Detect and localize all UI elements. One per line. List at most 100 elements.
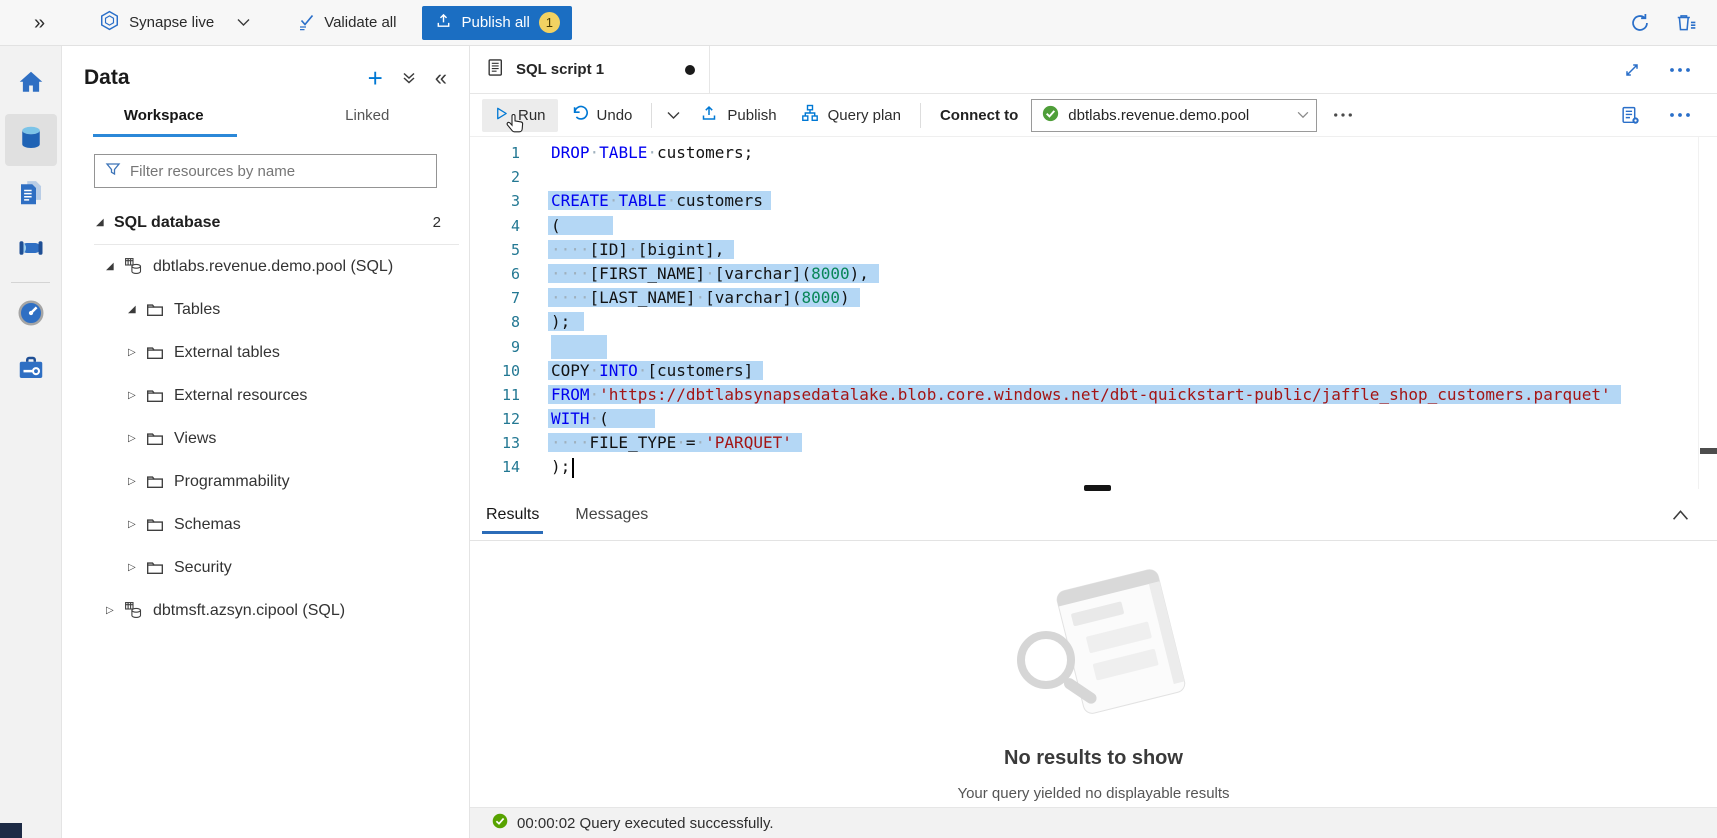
unsaved-changes-dot [685, 65, 695, 75]
text-caret [572, 458, 574, 478]
sql-pool-icon [124, 257, 143, 276]
validate-icon [296, 11, 316, 35]
tab-results[interactable]: Results [482, 489, 543, 540]
more-icon[interactable] [1669, 112, 1691, 118]
code-line[interactable]: 4( [470, 214, 1717, 238]
run-button[interactable]: Run [482, 99, 558, 132]
sidebar-item-home[interactable] [5, 59, 57, 111]
code-line[interactable]: 8); [470, 310, 1717, 334]
tree-item-dbtlabs-revenue-demo-pool-sql[interactable]: ◢dbtlabs.revenue.demo.pool (SQL) [62, 245, 469, 288]
mode-switcher[interactable]: Synapse live [99, 10, 250, 35]
twistie-expanded-icon: ◢ [96, 217, 114, 228]
code-line[interactable]: 12WITH·( [470, 407, 1717, 431]
tree-item-label: External resources [174, 387, 307, 405]
play-icon [494, 106, 509, 125]
publish-button[interactable]: Publish [688, 97, 788, 133]
panel-splitter-handle[interactable] [1084, 485, 1111, 491]
collapse-results-icon[interactable] [1672, 509, 1717, 521]
code-line[interactable]: 14); [470, 455, 1717, 479]
filter-input[interactable] [130, 163, 426, 180]
more-icon[interactable] [1669, 67, 1691, 73]
tab-linked[interactable]: Linked [266, 96, 470, 137]
undo-button[interactable]: Undo [558, 97, 645, 133]
filter-box [94, 154, 437, 188]
connect-to-label: Connect to [940, 107, 1018, 124]
tree-item-label: dbtmsft.azsyn.cipool (SQL) [153, 602, 345, 620]
tree-item-views[interactable]: ▷Views [62, 417, 469, 460]
properties-icon[interactable] [1620, 105, 1641, 126]
line-number: 2 [470, 165, 520, 189]
sidebar-item-data[interactable] [5, 114, 57, 166]
line-content: ); [551, 310, 584, 334]
validate-all-button[interactable]: Validate all [296, 11, 396, 35]
code-line[interactable]: 1 DROP·TABLE·customers; [470, 141, 1717, 165]
code-editor[interactable]: 1 DROP·TABLE·customers; 23 CREATE·TABLE·cus… [470, 137, 1717, 489]
code-line[interactable]: 9 [470, 335, 1717, 359]
sql-pool-icon [124, 601, 143, 620]
line-number: 3 [470, 189, 520, 213]
publish-all-button[interactable]: Publish all 1 [422, 6, 571, 40]
no-results-illustration [984, 557, 1204, 733]
empty-state-title: No results to show [1004, 747, 1183, 770]
tree-item-programmability[interactable]: ▷ Programmability [62, 460, 469, 503]
line-number: 14 [470, 455, 520, 479]
sidebar-item-develop[interactable] [5, 169, 57, 221]
sidebar-item-monitor[interactable] [5, 289, 57, 341]
collapse-panel-icon[interactable]: « [435, 69, 447, 87]
code-line[interactable]: 3 CREATE·TABLE·customers [470, 189, 1717, 213]
tab-sql-script-1[interactable]: SQL script 1 [470, 46, 710, 93]
scrollbar-thumb[interactable] [1700, 448, 1717, 454]
line-content [551, 335, 607, 359]
folder-icon [146, 301, 164, 319]
tab-messages[interactable]: Messages [571, 489, 652, 540]
mode-label: Synapse live [129, 14, 214, 31]
pool-select[interactable]: dbtlabs.revenue.demo.pool [1031, 99, 1317, 132]
query-plan-button[interactable]: Query plan [789, 97, 913, 133]
line-number: 1 [470, 141, 520, 165]
add-icon[interactable]: + [368, 68, 383, 88]
line-content: CREATE·TABLE·customers [551, 189, 771, 213]
code-line[interactable]: 10COPY·INTO·[customers] [470, 359, 1717, 383]
code-line[interactable]: 7····[LAST_NAME]·[varchar](8000) [470, 286, 1717, 310]
refresh-icon[interactable] [1629, 12, 1651, 34]
tree-item-label: Programmability [174, 473, 290, 491]
more-icon[interactable] [1333, 112, 1353, 118]
tree-item-label: dbtlabs.revenue.demo.pool (SQL) [153, 258, 393, 276]
line-number: 12 [470, 407, 520, 431]
expand-nav-icon[interactable]: » [34, 13, 45, 33]
undo-icon [570, 104, 588, 126]
tree-item-security[interactable]: ▷Security [62, 546, 469, 589]
database-icon [16, 123, 46, 157]
tree-item-external-tables[interactable]: ▷External tables [62, 331, 469, 374]
twistie-collapsed-icon: ▷ [128, 476, 146, 487]
tree-item-label: Security [174, 559, 232, 577]
tree-item-sql-database[interactable]: ◢SQL database2 [62, 201, 469, 244]
screen-corner-artifact [0, 823, 22, 838]
line-content: COPY·INTO·[customers] [551, 359, 763, 383]
tree-item-label: Views [174, 430, 216, 448]
sidebar-item-integrate[interactable] [5, 224, 57, 276]
discard-all-icon[interactable] [1675, 12, 1697, 34]
line-content: DROP·TABLE·customers; [551, 141, 753, 165]
code-line[interactable]: 11FROM·'https://dbtlabsynapsedatalake.bl… [470, 383, 1717, 407]
status-bar: 00:00:02 Query executed successfully. [470, 807, 1717, 838]
filter-funnel-icon [105, 161, 121, 181]
run-options-dropdown[interactable] [659, 100, 688, 131]
tree-item-schemas[interactable]: ▷Schemas [62, 503, 469, 546]
twistie-collapsed-icon: ▷ [128, 347, 146, 358]
twistie-collapsed-icon: ▷ [106, 605, 124, 616]
code-line[interactable]: 6····[FIRST_NAME]·[varchar](8000), [470, 262, 1717, 286]
tab-workspace[interactable]: Workspace [62, 96, 266, 137]
query-plan-label: Query plan [828, 107, 901, 124]
code-line[interactable]: 13····FILE_TYPE·=·'PARQUET' [470, 431, 1717, 455]
code-line[interactable]: 5····[ID]·[bigint], [470, 238, 1717, 262]
code-line[interactable]: 2 [470, 165, 1717, 189]
expand-editor-icon[interactable] [1623, 61, 1641, 79]
tree-item-external-resources[interactable]: ▷External resources [62, 374, 469, 417]
collapse-all-icon[interactable] [401, 70, 417, 86]
results-tab-bar: Results Messages [470, 489, 1717, 541]
tree-item-tables[interactable]: ◢Tables [62, 288, 469, 331]
tree-item-dbtmsft-azsyn-cipool-sql[interactable]: ▷ dbtmsft.azsyn.cipool (SQL) [62, 589, 469, 632]
folder-icon [146, 344, 164, 362]
sidebar-item-manage[interactable] [5, 344, 57, 396]
